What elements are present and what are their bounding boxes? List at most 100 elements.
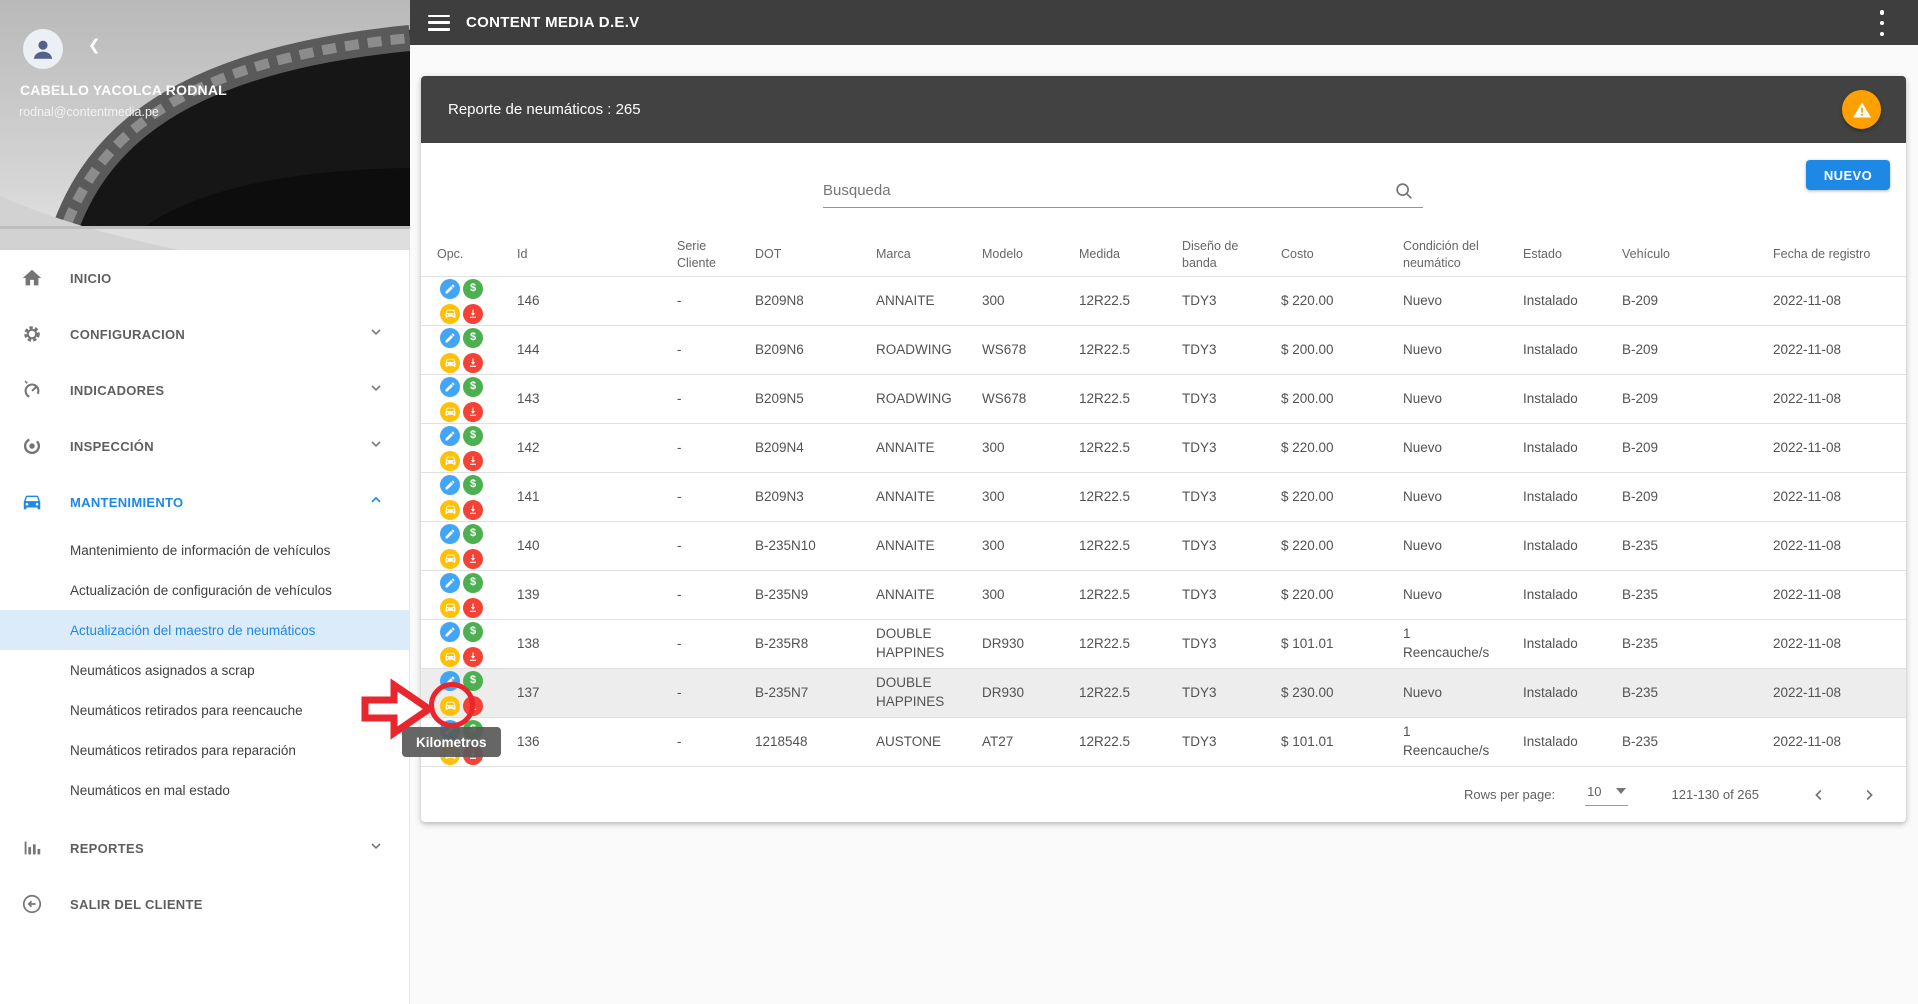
tire-table: Opc. Id Serie Cliente DOT Marca Modelo M… [421,233,1906,767]
pencil-icon [444,626,456,638]
warning-triangle-icon [1850,98,1874,122]
subitem-actualizacion-maestro-neumaticos[interactable]: Actualización del maestro de neumáticos [0,610,410,650]
nuevo-button[interactable]: NUEVO [1806,160,1890,190]
cell-marca: DOUBLE HAPPINES [876,625,982,663]
edit-button[interactable] [440,573,460,593]
edit-button[interactable] [440,328,460,348]
edit-button[interactable] [440,622,460,642]
edit-button[interactable] [440,671,460,691]
kilometros-button[interactable] [440,500,460,520]
row-actions: $ [437,426,517,471]
previous-page-button[interactable] [1805,781,1833,809]
sidebar-item-inspeccion[interactable]: INSPECCIÓN [0,418,410,474]
subitem-neumaticos-mal-estado[interactable]: Neumáticos en mal estado [0,770,410,810]
cell-dot: B-235N7 [755,684,876,703]
kebab-menu-icon[interactable] [1870,10,1894,36]
kilometros-button[interactable] [440,402,460,422]
rows-per-page-select[interactable]: 10 [1585,784,1627,806]
sidebar-item-inicio[interactable]: INICIO [0,250,410,306]
download-icon [467,700,479,712]
download-button[interactable] [463,353,483,373]
subitem-actualizacion-config-vehiculos[interactable]: Actualización de configuración de vehícu… [0,570,410,610]
tire-photo [0,0,410,250]
sidebar-item-label: INSPECCIÓN [70,439,154,454]
edit-button[interactable] [440,524,460,544]
car-icon [444,307,457,320]
pencil-icon [444,675,456,687]
download-button[interactable] [463,304,483,324]
cost-button[interactable]: $ [463,377,483,397]
cell-medida: 12R22.5 [1079,488,1182,507]
download-button[interactable] [463,647,483,667]
sidebar-item-reportes[interactable]: REPORTES [0,820,410,876]
sidebar-item-label: MANTENIMIENTO [70,495,183,510]
collapse-sidebar-icon[interactable]: ❮ [88,36,101,54]
table-header: Opc. Id Serie Cliente DOT Marca Modelo M… [421,233,1906,277]
kilometros-button[interactable] [440,451,460,471]
hamburger-icon[interactable] [428,15,450,31]
cell-serie-cliente: - [677,586,755,605]
sidebar-item-mantenimiento[interactable]: MANTENIMIENTO [0,474,410,530]
cell-fecha-registro: 2022-11-08 [1773,537,1890,556]
car-icon [444,650,457,663]
col-header: Vehículo [1622,246,1773,263]
cost-button[interactable]: $ [463,328,483,348]
cell-serie-cliente: - [677,684,755,703]
cost-button[interactable]: $ [463,426,483,446]
chevron-down-icon [368,436,384,457]
dollar-icon: $ [470,332,476,343]
cell-fecha-registro: 2022-11-08 [1773,586,1890,605]
sidebar-item-indicadores[interactable]: INDICADORES [0,362,410,418]
edit-button[interactable] [440,377,460,397]
kilometros-button[interactable] [440,598,460,618]
download-icon [467,455,479,467]
cell-vehiculo: B-209 [1622,341,1773,360]
cell-dot: B209N8 [755,292,876,311]
cost-button[interactable]: $ [463,524,483,544]
subitem-neumaticos-reencauche[interactable]: Neumáticos retirados para reencauche [0,690,410,730]
kilometros-button[interactable] [440,696,460,716]
cell-dot: B-235N9 [755,586,876,605]
kilometros-button[interactable] [440,353,460,373]
chevron-up-icon [368,492,384,513]
cost-button[interactable]: $ [463,622,483,642]
edit-button[interactable] [440,426,460,446]
download-button[interactable] [463,500,483,520]
search-input[interactable] [823,176,1383,204]
row-actions: $ [437,377,517,422]
next-page-button[interactable] [1855,781,1883,809]
cost-button[interactable]: $ [463,671,483,691]
pencil-icon [444,283,456,295]
sidebar-item-configuracion[interactable]: CONFIGURACION [0,306,410,362]
col-header: Condición del neumático [1403,238,1523,272]
kilometros-button[interactable] [440,549,460,569]
kilometros-button[interactable] [440,304,460,324]
cell-medida: 12R22.5 [1079,439,1182,458]
subitem-neumaticos-scrap[interactable]: Neumáticos asignados a scrap [0,650,410,690]
row-actions: $ [437,279,517,324]
download-button[interactable] [463,549,483,569]
cell-costo: $ 200.00 [1281,390,1403,409]
kilometros-button[interactable] [440,647,460,667]
edit-button[interactable] [440,475,460,495]
cost-button[interactable]: $ [463,573,483,593]
cell-id: 142 [517,439,677,458]
pencil-icon [444,479,456,491]
download-button[interactable] [463,696,483,716]
cell-id: 144 [517,341,677,360]
search-icon[interactable] [1393,180,1415,207]
edit-button[interactable] [440,279,460,299]
download-button[interactable] [463,598,483,618]
cell-costo: $ 230.00 [1281,684,1403,703]
sidebar-item-salir[interactable]: SALIR DEL CLIENTE [0,876,410,932]
chevron-down-icon [368,838,384,859]
download-button[interactable] [463,451,483,471]
row-actions: $ [437,475,517,520]
download-button[interactable] [463,402,483,422]
cost-button[interactable]: $ [463,279,483,299]
cost-button[interactable]: $ [463,475,483,495]
download-icon [467,553,479,565]
subitem-mantenimiento-info-vehiculos[interactable]: Mantenimiento de información de vehículo… [0,530,410,570]
subitem-neumaticos-reparacion[interactable]: Neumáticos retirados para reparación [0,730,410,770]
warning-button[interactable] [1842,90,1881,129]
